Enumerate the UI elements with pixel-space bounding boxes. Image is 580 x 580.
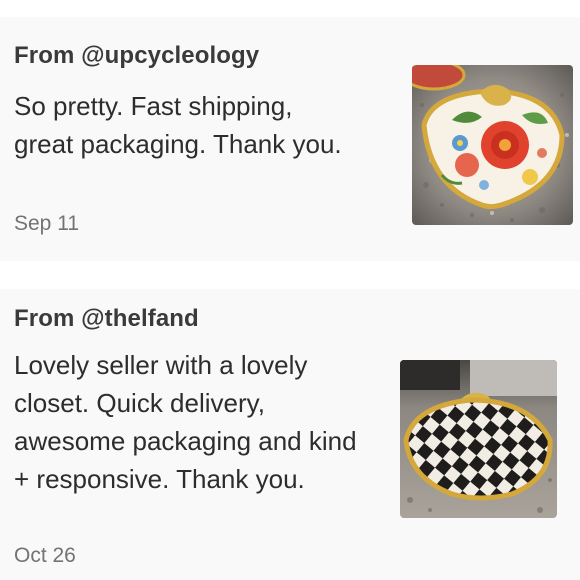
review-list: From @upcycleology So pretty. Fast shipp… — [0, 0, 580, 580]
review-date: Oct 26 — [14, 544, 76, 567]
review-card: From @upcycleology So pretty. Fast shipp… — [0, 17, 580, 261]
divider — [0, 261, 580, 289]
review-photo-thumbnail[interactable] — [412, 65, 573, 225]
review-date: Sep 11 — [14, 212, 79, 235]
floral-shell-image — [412, 65, 573, 225]
review-author[interactable]: From @upcycleology — [14, 42, 259, 70]
review-card: From @thelfand Lovely seller with a love… — [0, 289, 580, 580]
review-text: Lovely seller with a lovely closet. Quic… — [14, 350, 357, 494]
checkered-shell-image — [400, 360, 557, 518]
review-author[interactable]: From @thelfand — [14, 305, 199, 333]
review-text: So pretty. Fast shipping, great packagin… — [14, 91, 342, 159]
divider — [0, 0, 580, 17]
review-photo-thumbnail[interactable] — [400, 360, 557, 518]
